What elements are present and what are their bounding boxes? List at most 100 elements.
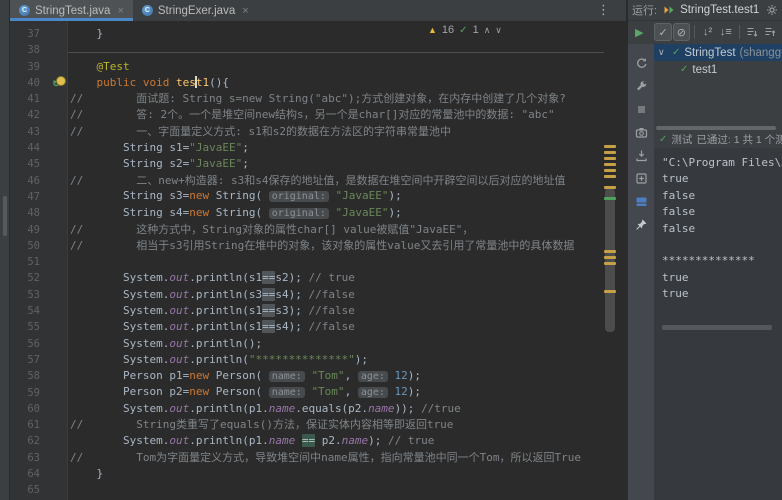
warning-stripe-mark[interactable]	[604, 151, 616, 154]
tree-scrollbar[interactable]	[656, 126, 776, 130]
show-passed-toggle[interactable]: ✓	[654, 23, 672, 41]
rerun-tests-button[interactable]: ▶	[631, 26, 647, 39]
prev-problem-icon[interactable]: ∧	[484, 25, 491, 36]
close-icon[interactable]: ×	[117, 5, 123, 17]
warning-stripe-mark[interactable]	[604, 157, 616, 160]
code-line[interactable]: 49 // 这种方式中，String对象的属性char[] value被赋值"Ja…	[10, 222, 626, 238]
warning-count: 16	[441, 24, 455, 36]
next-problem-icon[interactable]: ∨	[495, 25, 502, 36]
show-ignored-toggle[interactable]: ⊘	[672, 23, 690, 41]
token-com: // 答: 2个。一个是堆空间new结构s，另一个是char[]对应的常量池中的…	[70, 108, 555, 122]
code-text: System.out.println();	[68, 336, 262, 352]
code-line[interactable]: 53 System.out.println(s3==s4); //false	[10, 287, 626, 303]
code-text: // 一、字面量定义方式: s1和s2的数据在方法区的字符串常量池中	[68, 124, 451, 140]
test-tree-row-method[interactable]: ✓ test1	[654, 61, 782, 78]
stop-icon[interactable]	[635, 103, 648, 116]
sort-alphabetically-button[interactable]: ↓²	[699, 23, 716, 41]
run-console[interactable]: "C:\Program Files\Jav true false false false…	[654, 148, 782, 500]
warning-stripe-mark[interactable]	[604, 262, 616, 265]
warning-stripe-mark[interactable]	[604, 175, 616, 178]
code-line[interactable]: 55 System.out.println(s1==s4); //false	[10, 319, 626, 335]
line-number: 56	[27, 337, 40, 350]
code-line[interactable]: 58 Person p1=new Person( name: "Tom", ag…	[10, 368, 626, 384]
code-line[interactable]: 50 // 相当于s3引用String在堆中的对象，该对象的属性value又去引用…	[10, 238, 626, 254]
code-line[interactable]: 44 String s1="JavaEE";	[10, 140, 626, 156]
intention-bulb-icon[interactable]	[57, 76, 65, 85]
rerun-icon[interactable]	[635, 57, 648, 70]
console-line: **************	[662, 254, 755, 268]
token-hl: ==	[262, 287, 276, 301]
code-line[interactable]: 45 String s2="JavaEE";	[10, 156, 626, 172]
line-number: 37	[27, 28, 40, 40]
inspection-widget[interactable]: ▲ 16 ✓ 1 ∧ ∨	[428, 24, 502, 36]
token-hint: original:	[268, 207, 329, 219]
console-scrollbar[interactable]	[662, 325, 772, 330]
code-line[interactable]: 46 // 二、new+构造器: s3和s4保存的地址值，是数据在堆空间中开辟空间…	[10, 173, 626, 189]
code-line[interactable]: 59 Person p2=new Person( name: "Tom", ag…	[10, 385, 626, 401]
console-line: true	[662, 287, 689, 301]
token-str: "JavaEE"	[189, 141, 243, 155]
warning-stripe-mark[interactable]	[604, 169, 616, 172]
code-line[interactable]: 51	[10, 254, 626, 270]
code-line[interactable]: 40 ↻ public void test1(){	[10, 75, 626, 91]
sort-by-duration-button[interactable]: ↓≡	[717, 23, 734, 41]
warning-stripe-mark[interactable]	[604, 250, 616, 253]
warning-triangle-icon: ▲	[428, 25, 437, 35]
code-line[interactable]: 41 // 面试题: String s=new String("abc");方式创…	[10, 91, 626, 107]
code-line[interactable]: 64 }	[10, 466, 626, 482]
test-class-package: (shanggu	[739, 46, 782, 59]
warning-stripe-mark[interactable]	[604, 163, 616, 166]
code-line[interactable]: 48 String s4=new String( original: "Java…	[10, 205, 626, 221]
warning-stripe-mark[interactable]	[604, 290, 616, 293]
import-icon[interactable]	[635, 149, 648, 162]
run-config-title[interactable]: StringTest.test1	[680, 4, 760, 16]
camera-icon[interactable]	[635, 126, 648, 139]
test-tree-row-class[interactable]: ∨ ✓ StringTest (shanggu	[654, 44, 782, 61]
code-line[interactable]: 65	[10, 482, 626, 498]
code-editor[interactable]: 37 } 38 39 @Test 40 ↻ public void test1(){41…	[10, 21, 626, 500]
chevron-down-icon[interactable]: ∨	[658, 47, 668, 58]
code-line[interactable]: 38	[10, 42, 626, 58]
console-icon[interactable]	[635, 195, 648, 208]
code-line[interactable]: 60 System.out.println(p1.name.equals(p2.…	[10, 401, 626, 417]
code-line[interactable]: 63 // Tom为字面量定义方式，导致堆空间中name属性，指向常量池中同一个T…	[10, 450, 626, 466]
code-line[interactable]: 62 System.out.println(p1.name == p2.name…	[10, 433, 626, 449]
code-line[interactable]: 37 }	[10, 26, 626, 42]
code-line[interactable]: 39 @Test	[10, 59, 626, 75]
code-line[interactable]: 42 // 答: 2个。一个是堆空间new结构s，另一个是char[]对应的常量池…	[10, 107, 626, 123]
token-com: // true	[387, 434, 435, 448]
expand-all-button[interactable]	[744, 23, 761, 41]
gear-icon[interactable]	[765, 4, 778, 17]
ok-stripe-mark[interactable]	[604, 197, 616, 200]
code-line[interactable]: 43 // 一、字面量定义方式: s1和s2的数据在方法区的字符串常量池中	[10, 124, 626, 140]
token-com: // String类重写了equals()方法，保证实体内容相等即返回true	[70, 418, 454, 432]
collapse-all-button[interactable]	[762, 23, 779, 41]
code-line[interactable]: 56 System.out.println();	[10, 336, 626, 352]
code-line[interactable]: 52 System.out.println(s1==s2); // true	[10, 270, 626, 286]
close-icon[interactable]: ×	[242, 5, 248, 17]
code-line[interactable]: 54 System.out.println(s1==s3); //false	[10, 303, 626, 319]
warning-stripe-mark[interactable]	[604, 256, 616, 259]
token-def: (){	[209, 75, 229, 89]
stripe-scroll-handle[interactable]	[3, 196, 7, 236]
token-hl: ==	[262, 304, 276, 318]
token-fld: out	[169, 320, 190, 334]
check-icon: ✓	[659, 134, 668, 145]
add-icon[interactable]	[635, 172, 648, 185]
warning-stripe-mark[interactable]	[604, 145, 616, 148]
pin-icon[interactable]	[635, 218, 648, 231]
tab-stringtest-java[interactable]: C StringTest.java ×	[10, 0, 133, 21]
wrench-icon[interactable]	[635, 80, 648, 93]
test-passed-icon: ✓	[672, 47, 681, 58]
token-def: System.	[70, 336, 170, 350]
token-str: "Tom"	[311, 368, 345, 382]
editor-scrollbar-thumb[interactable]	[605, 188, 615, 332]
warning-stripe-mark[interactable]	[604, 186, 616, 189]
code-line[interactable]: 57 System.out.println("**************");	[10, 352, 626, 368]
tab-options-kebab-icon[interactable]: ⋮	[597, 2, 610, 18]
tab-stringexer-java[interactable]: C StringExer.java ×	[133, 0, 258, 21]
code-line[interactable]: 47 String s3=new String( original: "Java…	[10, 189, 626, 205]
console-line: "C:\Program Files\Jav	[662, 156, 782, 169]
console-line: true	[662, 270, 689, 284]
code-line[interactable]: 61 // String类重写了equals()方法，保证实体内容相等即返回tru…	[10, 417, 626, 433]
